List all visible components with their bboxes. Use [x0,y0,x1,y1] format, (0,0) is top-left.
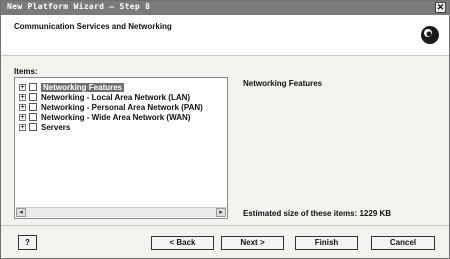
tree-item-lan[interactable]: + Networking - Local Area Network (LAN) [19,92,190,102]
next-button[interactable]: Next > [221,236,284,250]
items-label: Items: [14,67,38,76]
scroll-left-icon[interactable]: ◂ [16,208,26,217]
tree-item-label[interactable]: Networking Features [41,82,125,92]
wizard-logo-icon [421,26,439,44]
description-title: Networking Features [243,79,323,88]
close-icon[interactable]: ✕ [435,2,446,13]
checkbox[interactable] [29,103,37,111]
horizontal-scrollbar[interactable]: ◂ ▸ [16,207,226,217]
expand-plus-icon[interactable]: + [19,123,26,131]
expand-plus-icon[interactable]: + [19,113,26,121]
page-title: Communication Services and Networking [14,22,172,31]
items-tree[interactable]: + Networking Features + Networking - Loc… [14,77,228,219]
tree-item-pan[interactable]: + Networking - Personal Area Network (PA… [19,102,203,112]
expand-plus-icon[interactable]: + [19,83,26,91]
title-bar[interactable]: New Platform Wizard — Step 8 ✕ [1,1,449,15]
tree-item-label[interactable]: Networking - Wide Area Network (WAN) [41,113,190,122]
window-title: New Platform Wizard — Step 8 [7,2,151,11]
tree-item-label[interactable]: Servers [41,123,70,132]
checkbox[interactable] [29,123,37,131]
cancel-button[interactable]: Cancel [371,236,435,250]
wizard-header: Communication Services and Networking [1,15,449,56]
tree-item-networking-features[interactable]: + Networking Features [19,82,125,92]
tree-item-servers[interactable]: + Servers [19,122,70,132]
checkbox[interactable] [29,113,37,121]
checkbox[interactable] [29,83,37,91]
tree-item-wan[interactable]: + Networking - Wide Area Network (WAN) [19,112,190,122]
scroll-right-icon[interactable]: ▸ [216,208,226,217]
back-button[interactable]: < Back [151,236,214,250]
tree-item-label[interactable]: Networking - Personal Area Network (PAN) [41,103,203,112]
tree-item-label[interactable]: Networking - Local Area Network (LAN) [41,93,190,102]
expand-plus-icon[interactable]: + [19,93,26,101]
estimated-size-text: Estimated size of these items: 1229 KB [243,209,392,218]
finish-button[interactable]: Finish [295,236,358,250]
footer-divider [1,225,449,226]
wizard-window: New Platform Wizard — Step 8 ✕ Communica… [0,0,450,259]
checkbox[interactable] [29,93,37,101]
expand-plus-icon[interactable]: + [19,103,26,111]
help-button[interactable]: ? [18,235,37,250]
